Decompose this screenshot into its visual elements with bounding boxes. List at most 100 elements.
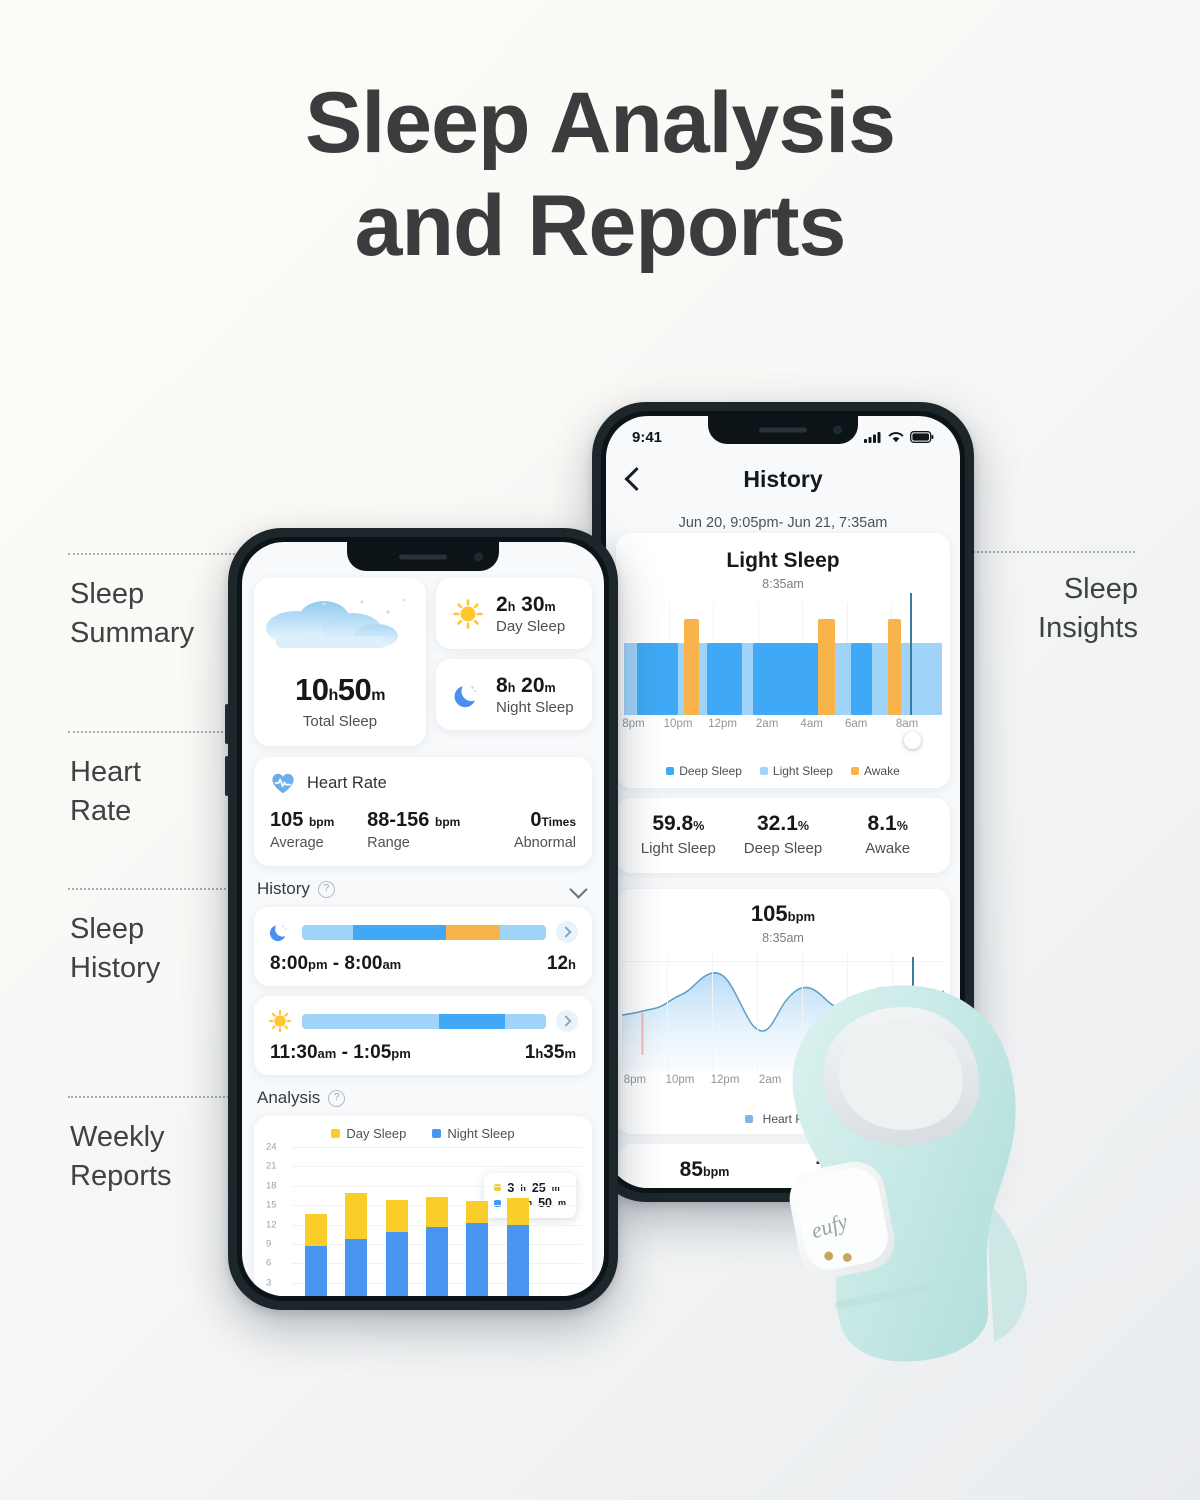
bar-segment-day-sleep [385, 1199, 408, 1232]
legend-label: Day Sleep [346, 1126, 407, 1141]
sleep-summary-grid: 10h50m Total Sleep 2h 30m Day Sleep 8h 2… [254, 578, 592, 746]
night-sleep-label: Night Sleep [496, 698, 574, 716]
y-tick-label: 3 [266, 1277, 272, 1289]
legend-label: Awake [863, 764, 900, 778]
history-duration: 12h [546, 953, 576, 974]
bar-slot[interactable] [336, 1147, 376, 1296]
grid-line [712, 953, 714, 1071]
night-sleep-card[interactable]: 8h 20m Night Sleep [436, 659, 592, 730]
segment-deep [438, 1013, 505, 1029]
history-duration: 1h35m [524, 1042, 576, 1063]
help-icon[interactable]: ? [317, 880, 335, 898]
y-tick-label: 21 [266, 1160, 277, 1172]
bar-slot[interactable] [417, 1147, 457, 1296]
heart-rate-summary-card[interactable]: Heart Rate 105 bpm Average 88-156 bpm Ra… [254, 757, 592, 866]
bar-segment-day-sleep [506, 1198, 529, 1226]
annotation-line-2: Rate [70, 794, 132, 827]
stacked-bar[interactable] [466, 1201, 489, 1296]
x-tick-label: 8pm [623, 1074, 647, 1086]
stacked-bar[interactable] [305, 1213, 328, 1296]
day-sleep-value: 2h 30m [496, 592, 556, 616]
y-tick-label: 9 [266, 1238, 272, 1250]
bar-slot[interactable] [457, 1147, 497, 1296]
bar-segment-day-sleep [466, 1201, 489, 1223]
weekly-report-chart-card: Day Sleep Night Sleep 3 h 25 m h 50 m 3 … [254, 1116, 592, 1296]
open-detail-button[interactable] [556, 1010, 578, 1032]
stat-label: Average [626, 1186, 783, 1188]
back-chevron-icon[interactable] [624, 466, 649, 492]
stacked-bar[interactable] [345, 1192, 368, 1296]
stat-value: 105 bpm [270, 809, 335, 831]
heart-rate-card-header: Heart Rate [270, 770, 576, 796]
segment-deep [353, 924, 446, 940]
annotation-sleep-summary: Sleep Summary [70, 575, 194, 652]
time-cursor-line [910, 593, 913, 715]
summary-scroll-body: 10h50m Total Sleep 2h 30m Day Sleep 8h 2… [242, 542, 604, 1296]
stacked-bar[interactable] [506, 1198, 529, 1296]
heart-rate-card-title: Heart Rate [307, 773, 387, 792]
stage-stats-row: 59.8% Light Sleep 32.1% Deep Sleep 8.1% … [620, 812, 946, 857]
open-detail-button[interactable] [556, 921, 578, 943]
stacked-bar[interactable] [425, 1196, 448, 1296]
annotation-sleep-history: Sleep History [70, 910, 160, 987]
day-sleep-card[interactable]: 2h 30m Day Sleep [436, 578, 592, 649]
bar-segment-night-sleep [425, 1227, 448, 1296]
x-tick-label: 8pm [622, 718, 645, 730]
stacked-bar[interactable] [385, 1199, 408, 1296]
bar-slot[interactable] [296, 1147, 336, 1296]
summary-app-background: 10h50m Total Sleep 2h 30m Day Sleep 8h 2… [242, 542, 604, 1296]
legend-item-awake: Awake [850, 764, 900, 778]
sun-icon [453, 598, 483, 629]
analysis-section-header: Analysis ? [257, 1088, 589, 1108]
stat-label: Light Sleep [640, 840, 716, 857]
stat-label: Abnormal [513, 835, 576, 851]
stat-value: 59.8% [652, 812, 705, 835]
y-tick-label: 12 [266, 1219, 277, 1230]
segment-light [499, 924, 546, 940]
title-line-2: and Reports [354, 178, 847, 275]
segment-light [302, 1013, 439, 1029]
history-row-day[interactable]: 11:30am - 1:05pm 1h35m [254, 996, 592, 1075]
bar-slot[interactable] [538, 1147, 578, 1296]
stage-stats-card: 59.8% Light Sleep 32.1% Deep Sleep 8.1% … [616, 798, 950, 873]
history-section-title: History [257, 879, 310, 898]
weekly-chart-plot: 3h25m 11h50m 03691215182124 [266, 1142, 582, 1296]
heart-pulse-icon [272, 773, 294, 794]
bar-segment-day-sleep [345, 1192, 368, 1239]
history-nav-bar: History [606, 454, 960, 504]
y-tick-label: 15 [266, 1199, 277, 1211]
stat-value: 32.1% [757, 812, 809, 835]
bar-segment-night-sleep [466, 1222, 489, 1296]
volume-down-button[interactable] [225, 756, 229, 796]
x-tick-label: 8am [895, 718, 919, 730]
earpiece-speaker [399, 554, 447, 559]
deep-sleep-block [636, 643, 679, 715]
y-tick-label: 18 [266, 1180, 277, 1192]
status-bar-indicators [864, 431, 934, 443]
stat-light-sleep: 59.8% Light Sleep [626, 812, 731, 857]
help-icon[interactable]: ? [328, 1089, 346, 1107]
x-tick-label: 12pm [710, 1074, 740, 1086]
history-row-night[interactable]: 8:00pm - 8:00am 12h [254, 907, 592, 986]
phone-front-screen: 10h50m Total Sleep 2h 30m Day Sleep 8h 2… [242, 542, 604, 1296]
page-title: Sleep Analysis and Reports [0, 72, 1200, 278]
legend-item-light-sleep: Light Sleep [759, 764, 833, 778]
chevron-down-icon[interactable] [569, 880, 588, 899]
annotation-weekly-reports: Weekly Reports [70, 1118, 172, 1195]
total-sleep-card[interactable]: 10h50m Total Sleep [254, 578, 426, 746]
stage-card-time: 8:35am [762, 577, 804, 591]
x-tick-label: 12pm [708, 718, 737, 730]
stat-deep-sleep: 32.1% Deep Sleep [731, 812, 836, 857]
hr-stat-abnormal: 0Times Abnormal [479, 809, 576, 851]
annotation-line-1: Sleep [70, 578, 145, 610]
awake-block [887, 619, 901, 715]
signal-icon [864, 432, 881, 443]
timeline-scrub-handle[interactable] [903, 732, 921, 749]
heart-rate-stats-row: 105 bpm Average 88-156 bpm Range 0Times … [270, 809, 576, 851]
smart-sock-illustration [789, 985, 1028, 1362]
moon-icon [454, 685, 477, 707]
bar-slot[interactable] [497, 1147, 537, 1296]
bar-slot[interactable] [377, 1147, 417, 1296]
volume-up-button[interactable] [225, 704, 229, 744]
annotation-sleep-insights: Sleep Insights [1038, 570, 1138, 647]
